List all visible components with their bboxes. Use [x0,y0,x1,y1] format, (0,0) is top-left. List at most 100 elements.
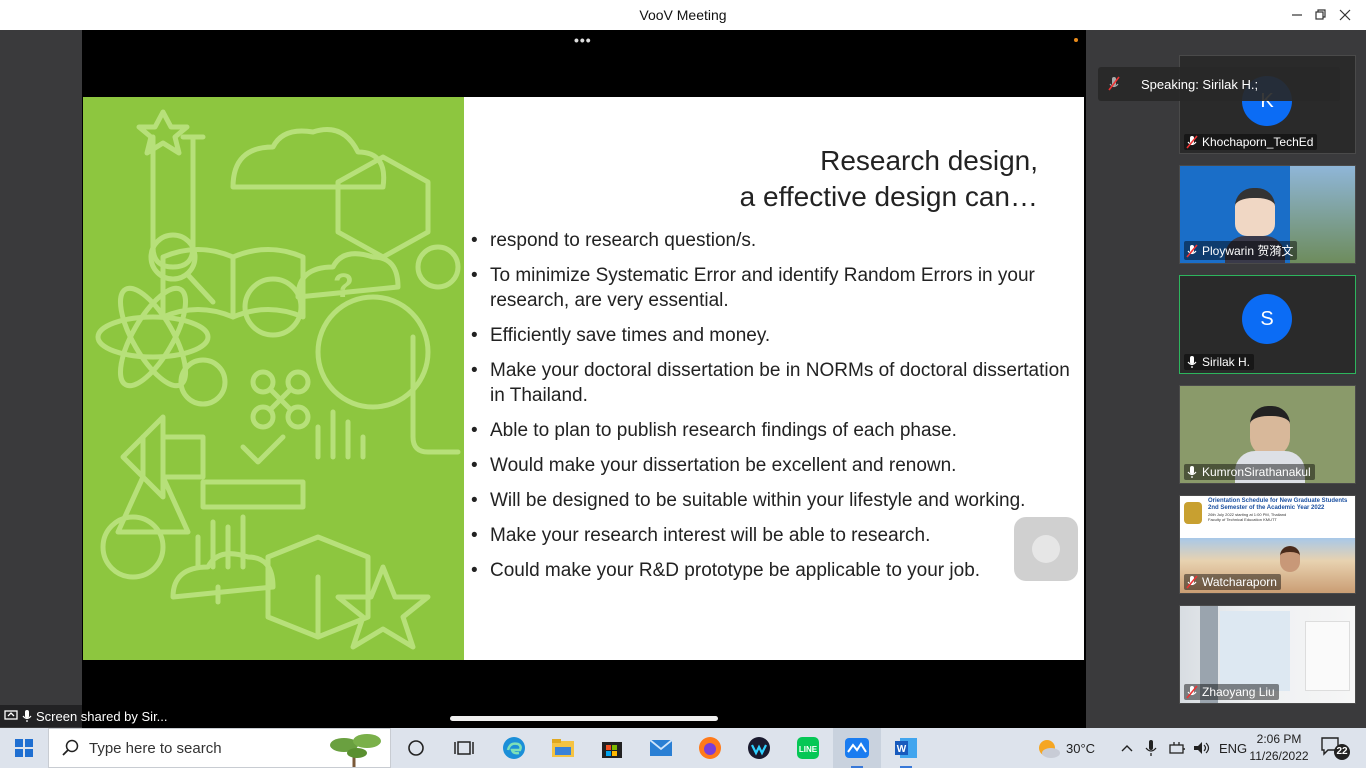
screen-share-icon [4,710,18,720]
mail-icon [649,739,673,756]
slide-decorative-art: ? [83,97,464,660]
taskbar-search-box[interactable]: Type here to search [48,728,391,768]
participant-name-tag: Ploywarin 贺漪文 [1184,241,1298,260]
participant-name: Ploywarin 贺漪文 [1202,244,1294,258]
participant-tile[interactable]: Ploywarin 贺漪文 [1179,165,1356,264]
language-text: ENG [1219,740,1248,756]
show-hidden-icons-button[interactable] [1120,728,1134,768]
task-view-button[interactable] [440,728,488,768]
notification-count: 22 [1336,746,1348,757]
participant-tile[interactable]: S Sirilak H. [1179,275,1356,374]
microphone-icon [22,710,32,722]
participant-name: Watcharaporn [1202,575,1277,589]
clock-button[interactable]: 2:06 PM 11/26/2022 [1248,731,1310,765]
participant-tile[interactable]: Orientation Schedule for New Graduate St… [1179,495,1356,594]
store-icon [602,742,622,758]
video-background [1290,166,1355,263]
file-explorer-button[interactable] [539,728,587,768]
horizontal-scrollbar[interactable] [450,716,718,721]
microphone-icon [1145,740,1157,756]
edge-taskbar-button[interactable] [490,728,538,768]
screen-share-text: Screen shared by Sir... [36,708,168,724]
volume-button[interactable] [1192,728,1210,768]
power-plug-icon [1169,742,1185,754]
line-app-icon: LINE [797,737,819,759]
speaker-icon [1194,742,1210,754]
muted-microphone-icon [1186,243,1198,258]
participant-name-tag: Khochaporn_TechEd [1184,134,1318,150]
participant-name-tag: Zhaoyang Liu [1184,684,1279,700]
participant-name: KumronSirathanakul [1202,465,1311,479]
bullet-item: Could make your R&D prototype be applica… [471,558,1071,583]
video-banner: Orientation Schedule for New Graduate St… [1180,496,1355,538]
bonsai-decoration-icon [330,734,381,767]
university-logo-icon [1184,502,1202,524]
word-icon: W [895,738,917,758]
speaking-indicator: Speaking: Sirilak H.; [1098,67,1340,101]
speaking-text: Speaking: Sirilak H.; [1141,76,1259,92]
participant-tile[interactable]: KumronSirathanakul [1179,385,1356,484]
participant-tile[interactable]: Zhaoyang Liu [1179,605,1356,704]
line-button[interactable]: LINE [784,728,832,768]
taskbar: Type here to search LINE W 30°C ENG 2:06… [0,728,1366,768]
input-language-button[interactable]: ENG [1219,728,1247,768]
banner-text: Orientation Schedule for New Graduate St… [1208,498,1348,504]
bullet-item: Make your doctoral dissertation be in NO… [471,358,1071,408]
more-options-icon[interactable]: ••• [574,32,592,48]
muted-microphone-icon [1186,135,1198,149]
word-button[interactable]: W [882,728,930,768]
svg-text:W: W [897,744,907,755]
video-person [1250,406,1290,456]
search-icon [62,739,79,756]
slide-title-line: a effective design can… [739,181,1038,212]
video-person [1235,188,1275,236]
svg-text:LINE: LINE [799,745,818,754]
status-dot-icon [1074,38,1078,42]
banner-text: Faculty of Technical Education KMUTT [1208,517,1277,522]
bullet-item: Able to plan to publish research finding… [471,418,1071,443]
microphone-icon [1187,356,1197,368]
weather-widget[interactable]: 30°C [1036,728,1095,768]
folder-icon [552,739,574,757]
notification-center-button[interactable]: 22 [1320,736,1350,765]
participant-name: Sirilak H. [1202,355,1251,369]
banner-text: 2nd Semester of the Academic Year 2022 [1208,505,1325,511]
microphone-icon [1187,466,1197,478]
battery-button[interactable] [1168,728,1186,768]
voov-meeting-button[interactable] [833,728,881,768]
floating-pointer-button[interactable] [1014,517,1078,581]
muted-microphone-icon [1108,76,1120,91]
video-window [1220,611,1290,691]
search-placeholder: Type here to search [89,739,222,757]
firefox-button[interactable] [686,728,734,768]
store-button[interactable] [588,728,636,768]
bullet-item: Would make your dissertation be excellen… [471,453,1071,478]
avatar: S [1242,294,1292,344]
close-button[interactable] [1322,0,1366,30]
participant-name-tag: KumronSirathanakul [1184,464,1315,480]
science-doodles-icon: ? [95,109,461,650]
title-bar: VooV Meeting [0,0,1366,30]
chevron-up-icon [1121,745,1133,752]
weather-partly-cloudy-icon [1039,740,1060,758]
muted-microphone-icon [1186,685,1198,699]
presentation-slide: ? Research design, a effective design ca… [83,97,1084,660]
muted-microphone-icon [1186,575,1198,589]
microphone-tray-button[interactable] [1145,728,1157,768]
bullet-item: respond to research question/s. [471,228,1071,253]
bullet-item: Make your research interest will be able… [471,523,1071,548]
bullet-item: Efficiently save times and money. [471,323,1071,348]
window-title: VooV Meeting [639,7,727,23]
webex-button[interactable] [735,728,783,768]
clock-date: 11/26/2022 [1249,749,1309,763]
cortana-button[interactable] [392,728,440,768]
edge-icon [503,737,525,759]
participant-name-tag: Watcharaporn [1184,574,1281,590]
screen-share-label: Screen shared by Sir... [0,705,172,727]
start-button[interactable] [0,728,48,768]
firefox-icon [699,737,721,759]
mail-button[interactable] [637,728,685,768]
voov-icon [845,738,869,758]
windows-logo-icon [15,739,33,757]
participant-name: Zhaoyang Liu [1202,685,1275,699]
